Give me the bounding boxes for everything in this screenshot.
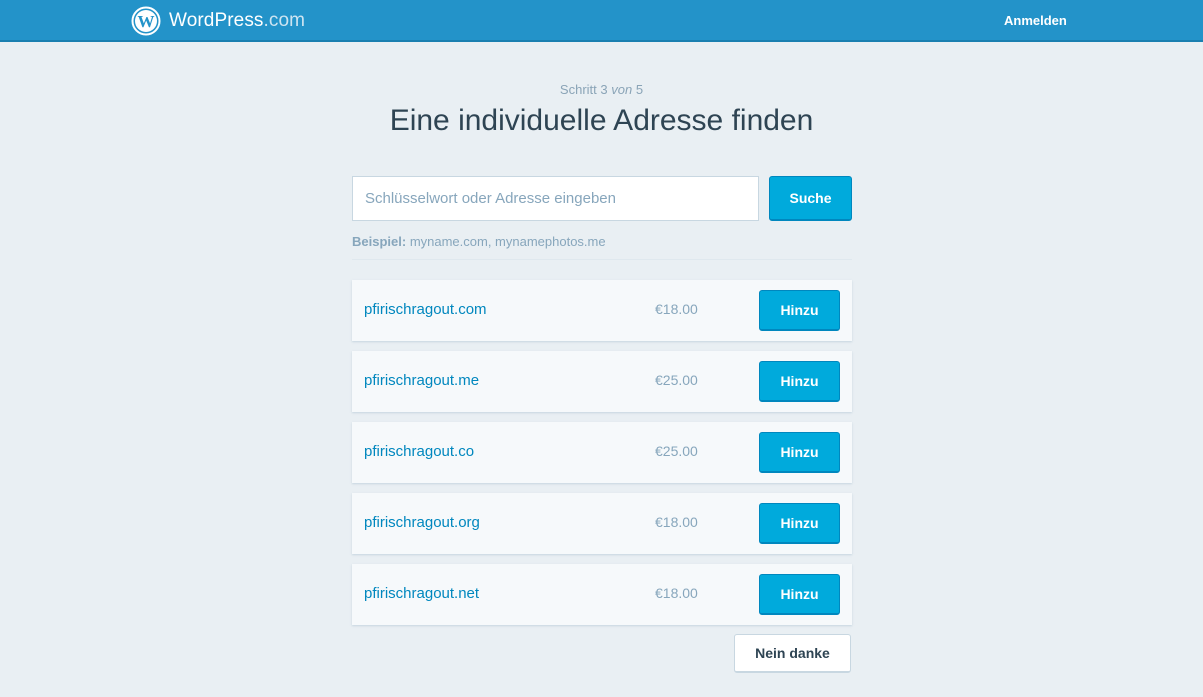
domain-name-link[interactable]: pfirischragout.net [364,585,479,602]
search-example-hint: Beispiel: myname.com, mynamephotos.me [352,234,606,249]
brand-logo[interactable]: W WordPress.com [131,6,305,36]
search-button[interactable]: Suche [769,176,852,221]
domain-price: €25.00 [655,372,698,388]
domain-name-link[interactable]: pfirischragout.me [364,372,479,389]
add-domain-button[interactable]: Hinzu [759,432,840,473]
divider [352,259,852,260]
domain-result-row: pfirischragout.co €25.00 Hinzu [352,422,852,483]
domain-result-row: pfirischragout.net €18.00 Hinzu [352,564,852,625]
domain-result-row: pfirischragout.com €18.00 Hinzu [352,280,852,341]
domain-price: €18.00 [655,301,698,317]
login-link[interactable]: Anmelden [1004,13,1067,28]
domain-name-link[interactable]: pfirischragout.co [364,443,474,460]
top-bar: W WordPress.com Anmelden [0,0,1203,42]
add-domain-button[interactable]: Hinzu [759,574,840,615]
add-domain-button[interactable]: Hinzu [759,503,840,544]
domain-price: €18.00 [655,585,698,601]
domain-name-link[interactable]: pfirischragout.org [364,514,480,531]
brand-name: WordPress.com [169,10,306,31]
search-input[interactable] [352,176,759,221]
svg-text:W: W [138,12,155,31]
add-domain-button[interactable]: Hinzu [759,290,840,331]
add-domain-button[interactable]: Hinzu [759,361,840,402]
domain-results-list: pfirischragout.com €18.00 Hinzu pfirisch… [352,280,852,635]
domain-price: €18.00 [655,514,698,530]
domain-price: €25.00 [655,443,698,459]
page-title: Eine individuelle Adresse finden [389,104,814,137]
domain-name-link[interactable]: pfirischragout.com [364,301,487,318]
step-indicator: Schritt 3 von 5 [559,82,644,97]
wordpress-logo-icon: W [131,6,161,36]
domain-result-row: pfirischragout.me €25.00 Hinzu [352,351,852,412]
skip-button[interactable]: Nein danke [734,634,851,673]
domain-result-row: pfirischragout.org €18.00 Hinzu [352,493,852,554]
